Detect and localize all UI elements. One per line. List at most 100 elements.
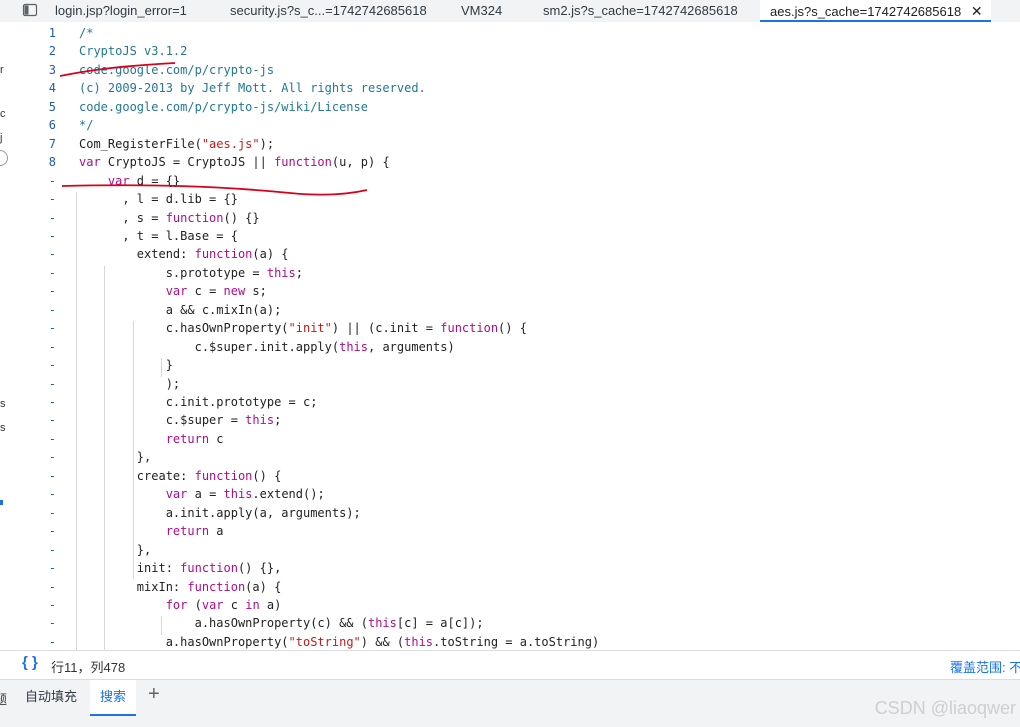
code-line: CryptoJS v3.1.2: [79, 44, 188, 59]
line-number: -: [48, 634, 56, 649]
line-number: -: [48, 542, 56, 557]
line-number: -: [48, 284, 56, 299]
code-line: c.hasOwnProperty("init") || (c.init = fu…: [79, 321, 527, 336]
code-line: /*: [79, 26, 94, 40]
line-number: -: [48, 192, 56, 207]
code-line: init: function() {},: [79, 561, 282, 576]
cursor-position: 行11，列478: [51, 660, 126, 675]
code-line: for (var c in a): [165, 597, 282, 612]
code-line: var a = this.extend();: [165, 487, 325, 502]
line-number: -: [48, 265, 56, 280]
line-number: 4: [48, 81, 56, 96]
code-editor[interactable]: 1 /* 2 CryptoJS v3.1.2 3 code.google.com/p/cr…: [10, 22, 1020, 650]
tab-vm324[interactable]: VM324: [461, 0, 502, 22]
bottom-drawer: 题 自动填充 搜索 +: [0, 679, 1020, 727]
tab-search[interactable]: 搜索: [90, 680, 137, 716]
panel-toggle-icon[interactable]: [22, 2, 38, 18]
left-strip-circle: [0, 150, 8, 166]
line-number: -: [48, 597, 56, 612]
tab-sm2-js[interactable]: sm2.js?s_cache=1742742685618: [543, 0, 738, 22]
code-line: },: [79, 450, 152, 465]
left-strip-text: c: [0, 108, 6, 120]
line-number: -: [48, 579, 56, 594]
tab-aes-js-label: aes.js?s_cache=1742742685618: [770, 4, 962, 19]
code-line: a.init.apply(a, arguments);: [79, 505, 361, 520]
left-strip-text: s: [0, 398, 6, 410]
line-number: 2: [48, 44, 56, 59]
tab-autofill[interactable]: 自动填充: [25, 680, 77, 714]
close-icon[interactable]: ✕: [971, 3, 983, 19]
indent-guide: [161, 616, 162, 635]
status-bar: { } 行11，列478 覆盖范围: 不: [0, 650, 1020, 679]
line-number: -: [48, 468, 56, 483]
code-line: mixIn: function(a) {: [79, 579, 282, 594]
line-number: -: [48, 210, 56, 225]
line-number: 3: [48, 62, 56, 77]
line-number: 5: [48, 99, 56, 114]
left-strip-text: j: [0, 132, 3, 144]
pretty-print-icon[interactable]: { }: [22, 654, 38, 671]
code-line: , l = d.lib = {}: [79, 192, 238, 207]
line-number: -: [48, 395, 56, 409]
left-strip-mark: [0, 500, 3, 505]
code-line: );: [79, 376, 181, 391]
code-line: , t = l.Base = {: [79, 228, 238, 243]
code-line: var c = new s;: [165, 284, 267, 299]
indent-guide: [161, 358, 162, 377]
indent-guide: [76, 192, 77, 650]
code-line: return a: [165, 524, 224, 539]
code-line: extend: function(a) {: [79, 247, 289, 262]
tab-security-js[interactable]: security.js?s_c...=1742742685618: [230, 0, 427, 22]
line-number: -: [48, 616, 56, 631]
code-line: , s = function() {}: [79, 210, 260, 225]
code-line: a && c.mixIn(a);: [79, 302, 282, 317]
indent-guide: [104, 265, 105, 650]
code-line: },: [79, 542, 152, 557]
line-number: -: [48, 247, 56, 262]
tab-login-jsp[interactable]: login.jsp?login_error=1: [55, 0, 187, 22]
line-number: -: [48, 450, 56, 465]
line-number: 7: [48, 136, 56, 151]
code-line: Com_RegisterFile("aes.js");: [79, 136, 275, 151]
watermark: CSDN @liaoqwer: [874, 698, 1016, 718]
line-number: -: [48, 431, 56, 446]
line-number: 8: [48, 155, 56, 170]
code-line: code.google.com/p/crypto-js/wiki/License: [79, 99, 368, 114]
line-number: -: [48, 228, 56, 243]
line-number: -: [48, 173, 56, 188]
code-line: a.hasOwnProperty(c) && (this[c] = a[c]);: [79, 616, 484, 631]
line-number: -: [48, 487, 56, 502]
line-number: -: [48, 321, 56, 336]
left-strip-text: s: [0, 422, 6, 434]
code-line: (c) 2009-2013 by Jeff Mott. All rights r…: [79, 81, 426, 96]
code-line: var d = {}: [79, 173, 181, 188]
drawer-left-fragment: 题: [0, 692, 8, 707]
code-line: c.init.prototype = c;: [79, 395, 318, 409]
plus-icon[interactable]: +: [148, 683, 160, 706]
code-line: return c: [165, 431, 224, 446]
line-number: -: [48, 524, 56, 539]
line-number: -: [48, 561, 56, 576]
indent-guide: [133, 321, 134, 580]
code-line: a.hasOwnProperty("toString") && (this.to…: [79, 634, 600, 649]
line-number: 1: [48, 26, 56, 40]
code-line: create: function() {: [79, 468, 282, 483]
editor-tab-bar: login.jsp?login_error=1 security.js?s_c.…: [0, 0, 1020, 23]
code-line: c.$super = this;: [79, 413, 282, 428]
code-line: c.$super.init.apply(this, arguments): [79, 339, 455, 354]
code-line: s.prototype = this;: [79, 265, 303, 280]
line-number: 6: [48, 118, 56, 133]
code-line: code.google.com/p/crypto-js: [79, 62, 275, 77]
line-number: -: [48, 376, 56, 391]
line-number: -: [48, 358, 56, 373]
code-line: */: [79, 118, 94, 133]
coverage-status[interactable]: 覆盖范围: 不: [950, 657, 1020, 676]
left-strip-text: r: [0, 64, 4, 76]
code-line: }: [79, 358, 173, 373]
code-line: var CryptoJS = CryptoJS || function(u, p…: [79, 155, 390, 170]
line-number: -: [48, 339, 56, 354]
line-number: -: [48, 413, 56, 428]
tab-aes-js[interactable]: aes.js?s_cache=1742742685618 ✕: [760, 0, 991, 22]
line-number: -: [48, 302, 56, 317]
line-number: -: [48, 505, 56, 520]
